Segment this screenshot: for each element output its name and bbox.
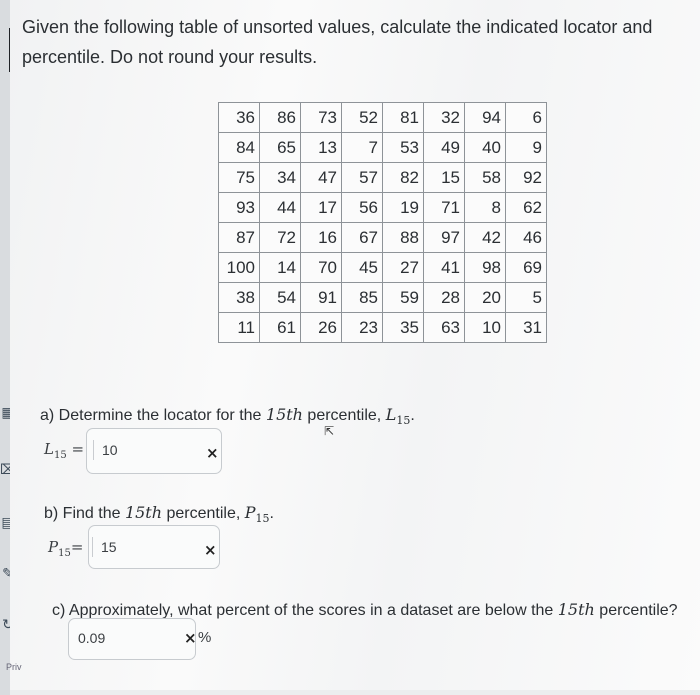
table-row: 87 72 16 67 88 97 42 46 [218,222,547,253]
answer-b-label: P15= [48,538,84,559]
table-row: 38 54 91 85 59 28 20 5 [218,282,547,313]
table-cell: 5 [505,282,547,313]
table-cell: 98 [464,252,506,283]
table-cell: 10 [464,312,506,343]
table-cell: 28 [423,282,465,313]
table-cell: 26 [300,312,342,343]
table-cell: 56 [341,192,383,223]
table-cell: 44 [259,192,301,223]
table-cell: 36 [218,102,260,133]
table-row: 100 14 70 45 27 41 98 69 [218,252,547,283]
table-cell: 19 [382,192,424,223]
table-cell: 35 [382,312,424,343]
table-cell: 14 [259,252,301,283]
incorrect-c-icon: × [184,629,197,647]
table-cell: 9 [505,132,547,163]
table-cell: 15 [423,162,465,193]
table-cell: 91 [300,282,342,313]
question-b: b) Find the 15th percentile, P15. [44,503,274,526]
table-cell: 47 [300,162,342,193]
table-cell: 34 [259,162,301,193]
table-row: 93 44 17 56 19 71 8 62 [218,192,547,223]
table-cell: 27 [382,252,424,283]
table-cell: 53 [382,132,424,163]
table-cell: 65 [259,132,301,163]
table-cell: 82 [382,162,424,193]
mouse-cursor-icon: ⇱ [324,424,335,438]
table-cell: 16 [300,222,342,253]
prompt-line-2: percentile. Do not round your results. [22,47,318,67]
table-cell: 42 [464,222,506,253]
table-row: 11 61 26 23 35 63 10 31 [218,312,547,343]
table-cell: 67 [341,222,383,253]
question-prompt: Given the following table of unsorted va… [22,12,682,72]
prompt-line-1: Given the following table of unsorted va… [22,17,653,37]
table-cell: 41 [423,252,465,283]
table-cell: 52 [341,102,383,133]
answer-a-label: L15 = [44,440,85,461]
table-cell: 71 [423,192,465,223]
incorrect-a-icon: × [206,444,219,462]
answer-b-input[interactable]: 15 [92,537,117,557]
percent-unit: % [198,629,212,646]
table-cell: 6 [505,102,547,133]
incorrect-b-icon: × [204,541,217,559]
table-cell: 97 [423,222,465,253]
table-row: 36 86 73 52 81 32 94 6 [218,102,547,133]
table-cell: 31 [505,312,547,343]
table-cell: 70 [300,252,342,283]
table-cell: 58 [464,162,506,193]
table-cell: 32 [423,102,465,133]
table-cell: 20 [464,282,506,313]
values-table: 36 86 73 52 81 32 94 6 84 65 13 7 53 49 40 9 75 34 47 57 82 1… [218,102,547,343]
table-cell: 23 [341,312,383,343]
table-cell: 86 [259,102,301,133]
table-cell: 46 [505,222,547,253]
table-cell: 88 [382,222,424,253]
table-cell: 84 [218,132,260,163]
table-cell: 87 [218,222,260,253]
table-cell: 17 [300,192,342,223]
answer-a-input[interactable]: 10 [93,440,118,460]
table-cell: 45 [341,252,383,283]
table-cell: 85 [341,282,383,313]
table-cell: 8 [464,192,506,223]
table-cell: 63 [423,312,465,343]
table-cell: 100 [218,252,260,283]
table-row: 75 34 47 57 82 15 58 92 [218,162,547,193]
answer-c-input[interactable]: 0.09 [72,628,105,648]
question-c: c) Approximately, what percent of the sc… [52,600,678,619]
table-row: 84 65 13 7 53 49 40 9 [218,132,547,163]
table-cell: 72 [259,222,301,253]
table-cell: 7 [341,132,383,163]
table-cell: 13 [300,132,342,163]
table-cell: 57 [341,162,383,193]
table-cell: 81 [382,102,424,133]
table-cell: 54 [259,282,301,313]
table-cell: 69 [505,252,547,283]
table-cell: 93 [218,192,260,223]
privacy-link[interactable]: Priv [6,662,22,672]
table-cell: 61 [259,312,301,343]
table-cell: 59 [382,282,424,313]
table-cell: 62 [505,192,547,223]
table-cell: 49 [423,132,465,163]
table-cell: 92 [505,162,547,193]
question-a: a) Determine the locator for the 15th pe… [40,405,415,428]
table-cell: 94 [464,102,506,133]
table-cell: 73 [300,102,342,133]
left-rail [0,0,10,695]
table-cell: 40 [464,132,506,163]
table-cell: 38 [218,282,260,313]
table-cell: 11 [218,312,260,343]
table-cell: 75 [218,162,260,193]
